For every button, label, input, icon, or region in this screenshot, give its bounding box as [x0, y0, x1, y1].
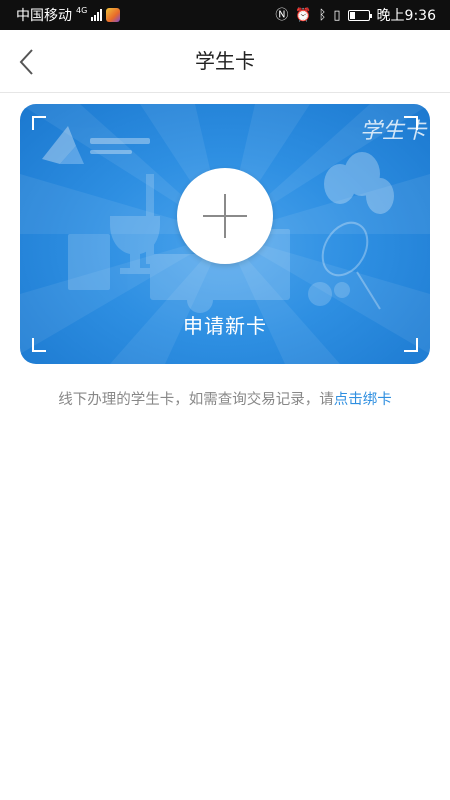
bind-card-hint-text: 线下办理的学生卡，如需查询交易记录，请: [58, 392, 334, 408]
bind-card-link[interactable]: 点击绑卡: [334, 392, 392, 408]
app-notification-icon: [106, 8, 121, 22]
status-bar: 中国移动 4G Ⓝ ⏰ ᛒ ▯ 晚上9:36: [0, 0, 450, 30]
navigation-bar: 学生卡: [0, 30, 450, 93]
corner-bracket-bottom-right: [404, 338, 418, 352]
alarm-icon: ⏰: [295, 7, 312, 23]
status-bar-left: 中国移动 4G: [16, 0, 121, 30]
nfc-icon: Ⓝ: [275, 7, 289, 23]
status-bar-right: Ⓝ ⏰ ᛒ ▯ 晚上9:36: [275, 0, 436, 30]
network-type: 4G: [76, 5, 88, 15]
add-card-plus-icon[interactable]: [177, 168, 273, 264]
apply-new-card-label: 申请新卡: [183, 314, 267, 338]
clock: 晚上9:36: [376, 8, 436, 24]
vibrate-icon: ▯: [333, 7, 341, 23]
battery-fill: [349, 11, 355, 19]
corner-bracket-bottom-left: [32, 338, 46, 352]
battery-icon: [347, 9, 372, 21]
apply-new-card[interactable]: 学生卡 申请新卡: [20, 104, 430, 364]
signal-icon: [91, 9, 103, 21]
bind-card-hint: 线下办理的学生卡，如需查询交易记录，请点击绑卡: [0, 388, 450, 409]
bluetooth-icon: ᛒ: [318, 7, 327, 23]
carrier-name: 中国移动: [16, 8, 72, 24]
corner-bracket-top-left: [32, 116, 46, 130]
page-title: 学生卡: [195, 49, 255, 73]
corner-bracket-top-right: [404, 116, 418, 130]
